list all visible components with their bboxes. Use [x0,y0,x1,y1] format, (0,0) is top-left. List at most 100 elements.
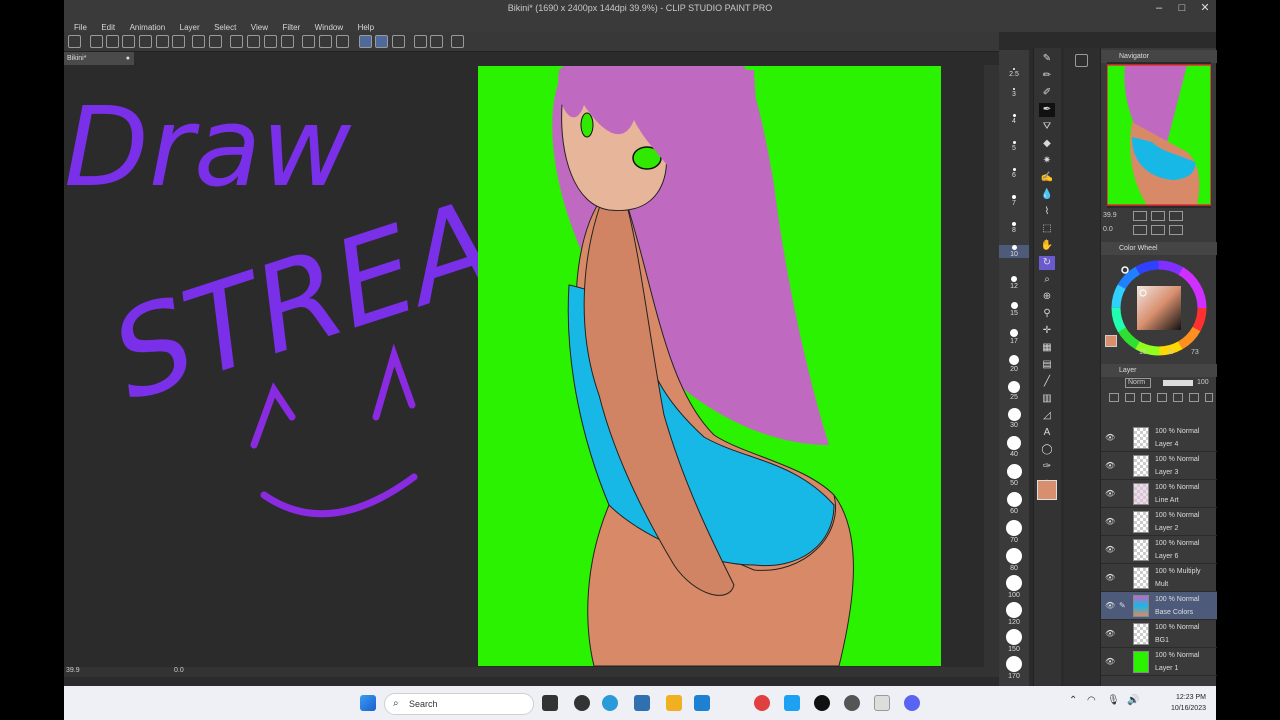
move-layer-tool-icon[interactable]: ✛ [1039,324,1055,338]
close-button[interactable]: ✕ [1194,1,1216,16]
transform-icon[interactable] [281,35,294,48]
line-tool-icon[interactable]: ╱ [1039,375,1055,389]
brush-size-6[interactable]: 6 [999,168,1029,179]
panel-menu-icon[interactable] [1075,54,1088,67]
clear-outside-icon[interactable] [247,35,260,48]
canvas-drawing[interactable]: Draw STREAM [64,65,984,667]
status-zoom[interactable]: 39.9 [66,665,80,677]
show-selection-icon[interactable] [336,35,349,48]
status-angle[interactable]: 0.0 [174,665,184,677]
document-tab[interactable]: Bikini* ● [64,52,134,65]
store-icon[interactable] [694,695,710,711]
color-wheel-header[interactable]: Color Wheel [1101,242,1217,255]
visibility-eye-icon[interactable]: 👁 [1105,657,1115,666]
share-icon[interactable] [172,35,185,48]
delete-layer-icon[interactable] [1205,393,1213,402]
brush-size-5[interactable]: 5 [999,141,1029,152]
main-color-chip[interactable] [1105,335,1117,347]
hue-value[interactable]: 15 [1139,349,1147,356]
visibility-eye-icon[interactable]: 👁 [1105,517,1115,526]
rotate-left-icon[interactable] [1133,225,1147,235]
discord-icon[interactable] [904,695,920,711]
pen-tool-icon[interactable]: ✎ [1039,52,1055,66]
redo-icon[interactable] [209,35,222,48]
rotate-right-icon[interactable] [1151,225,1165,235]
decoration-tool-icon[interactable]: ✷ [1039,154,1055,168]
deselect-icon[interactable] [302,35,315,48]
brush-size-17[interactable]: 17 [999,329,1029,345]
microphone-icon[interactable]: 🎙 [1107,695,1120,706]
layer-row-layer3[interactable]: 👁 100 % Normal Layer 3 [1101,452,1217,480]
volume-icon[interactable]: 🔊 [1127,695,1139,706]
layer-row-mult[interactable]: 👁 100 % Multiply Mult [1101,564,1217,592]
brush-size-30[interactable]: 30 [999,408,1029,429]
print-icon[interactable] [156,35,169,48]
brush-size-20[interactable]: 20 [999,355,1029,373]
frame-tool-icon[interactable]: ▥ [1039,392,1055,406]
tablet-icon[interactable] [451,35,464,48]
layer-row-base-colors[interactable]: 👁 ✎ 100 % Normal Base Colors [1101,592,1217,620]
vertical-scrollbar[interactable] [984,65,999,667]
opacity-slider[interactable] [1163,380,1193,386]
eraser-tool-icon[interactable]: ◆ [1039,137,1055,151]
invert-selection-icon[interactable] [319,35,332,48]
ruler-tool-icon[interactable]: ◿ [1039,409,1055,423]
new-file-icon[interactable] [90,35,103,48]
snap-special-ruler-icon[interactable] [375,35,388,48]
brush-size-8[interactable]: 8 [999,222,1029,234]
brush-size-12[interactable]: 12 [999,276,1029,290]
reference-layer-icon[interactable] [1125,393,1135,402]
close-tab-icon[interactable]: ● [126,52,130,65]
canvas-area[interactable]: Draw STREAM [64,65,984,667]
color-wheel[interactable] [1107,256,1213,360]
brush-size-4[interactable]: 4 [999,114,1029,125]
brush-size-120[interactable]: 120 [999,602,1029,626]
brush-size-15[interactable]: 15 [999,302,1029,317]
selection-tool-icon[interactable]: ⬚ [1039,222,1055,236]
balloon-tool-icon[interactable]: ◯ [1039,443,1055,457]
rotate-icon[interactable] [414,35,427,48]
clip-studio-icon[interactable] [68,35,81,48]
pencil-tool-icon[interactable]: ✏ [1039,69,1055,83]
navigator-thumbnail[interactable] [1106,62,1212,208]
text-tool-icon[interactable]: A [1039,426,1055,440]
brush-tool-icon[interactable]: ✐ [1039,86,1055,100]
visibility-eye-icon[interactable]: 👁 [1105,489,1115,498]
blend-tool-icon[interactable]: ✍ [1039,171,1055,185]
visibility-eye-icon[interactable]: 👁 [1105,433,1115,442]
gradient-tool-icon[interactable]: ▤ [1039,358,1055,372]
save-icon[interactable] [122,35,135,48]
layer-header[interactable]: Layer [1101,364,1217,377]
flip-horizontal-icon[interactable] [1169,225,1183,235]
app-icon[interactable] [844,695,860,711]
correct-line-tool-icon[interactable]: ✑ [1039,460,1055,474]
auto-select-tool-icon[interactable]: ⚲ [1039,307,1055,321]
blend-mode-select[interactable]: Norm [1125,378,1151,388]
brush-size-60[interactable]: 60 [999,492,1029,515]
layer-row-layer2[interactable]: 👁 100 % Normal Layer 2 [1101,508,1217,536]
brush-size-80[interactable]: 80 [999,548,1029,572]
brush-size-40[interactable]: 40 [999,436,1029,458]
brush-size-2.5[interactable]: 2.5 [999,68,1029,78]
rotate-tool-icon[interactable]: ↻ [1039,256,1055,270]
file-explorer-icon[interactable] [666,695,682,711]
brush-size-170[interactable]: 170 [999,656,1029,680]
layer-row-layer6[interactable]: 👁 100 % Normal Layer 6 [1101,536,1217,564]
minimize-button[interactable]: – [1148,1,1170,16]
chevron-up-icon[interactable]: ⌃ [1069,695,1077,706]
clip-layer-icon[interactable] [1109,393,1119,402]
airbrush-tool-icon[interactable]: ⛛ [1039,120,1055,134]
maximize-button[interactable]: □ [1171,1,1193,16]
open-file-icon[interactable] [106,35,119,48]
windows-start-icon[interactable] [360,695,376,711]
clock[interactable]: 12:23 PM 10/16/2023 [1171,692,1206,714]
main-color-swatch[interactable] [1037,480,1057,500]
opera-icon[interactable] [754,695,770,711]
saturation-value[interactable]: 17 [1167,349,1175,356]
brush-size-7[interactable]: 7 [999,195,1029,207]
visibility-eye-icon[interactable]: 👁 [1105,573,1115,582]
snap-grid-icon[interactable] [392,35,405,48]
eyedropper-tool-icon[interactable]: ⌇ [1039,205,1055,219]
visibility-eye-icon[interactable]: 👁 [1105,629,1115,638]
task-view-icon[interactable] [542,695,558,711]
